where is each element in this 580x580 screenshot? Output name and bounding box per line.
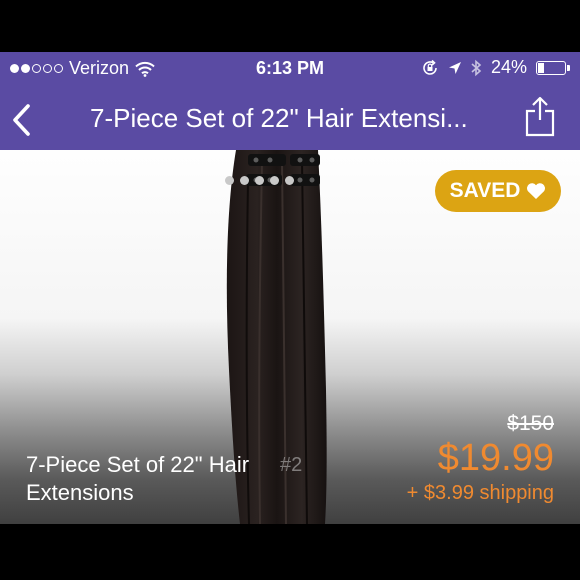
- bottom-bar: [0, 524, 580, 580]
- carousel-dot[interactable]: [240, 176, 249, 185]
- saved-button[interactable]: SAVED: [435, 170, 561, 212]
- heart-icon: [527, 183, 546, 199]
- location-arrow-icon: [448, 61, 461, 74]
- share-icon[interactable]: [522, 94, 558, 138]
- carousel-dot[interactable]: [270, 176, 279, 185]
- top-bar: Verizon 6:13 PM 24% 7-Piece Set of 22" H…: [0, 52, 580, 150]
- shipping-cost: + $3.99 shipping: [406, 482, 554, 504]
- screen: Verizon 6:13 PM 24% 7-Piece Set of 22" H…: [0, 0, 580, 580]
- image-watermark: #2: [280, 454, 303, 476]
- status-right: 24%: [421, 57, 570, 78]
- battery-icon: [536, 60, 570, 75]
- battery-level: [538, 62, 544, 73]
- battery-nub: [567, 64, 570, 71]
- carousel-dot[interactable]: [255, 176, 264, 185]
- original-price: $150: [507, 412, 554, 435]
- saved-label: SAVED: [449, 179, 521, 202]
- carousel-dot[interactable]: [225, 176, 234, 185]
- status-bar: Verizon 6:13 PM 24%: [0, 52, 580, 84]
- listing-price: $19.99: [437, 437, 554, 479]
- bluetooth-icon: [471, 59, 482, 76]
- back-chevron-icon[interactable]: [6, 100, 40, 140]
- nav-bar: 7-Piece Set of 22" Hair Extensi...: [0, 84, 580, 150]
- battery-percent: 24%: [490, 57, 527, 77]
- rotation-lock-icon: [423, 59, 437, 75]
- carousel-indicator: [225, 176, 294, 185]
- nav-title: 7-Piece Set of 22" Hair Extensi...: [90, 103, 468, 133]
- carousel-dot[interactable]: [285, 176, 294, 185]
- listing-title: 7-Piece Set of 22" Hair Extensions: [26, 452, 250, 505]
